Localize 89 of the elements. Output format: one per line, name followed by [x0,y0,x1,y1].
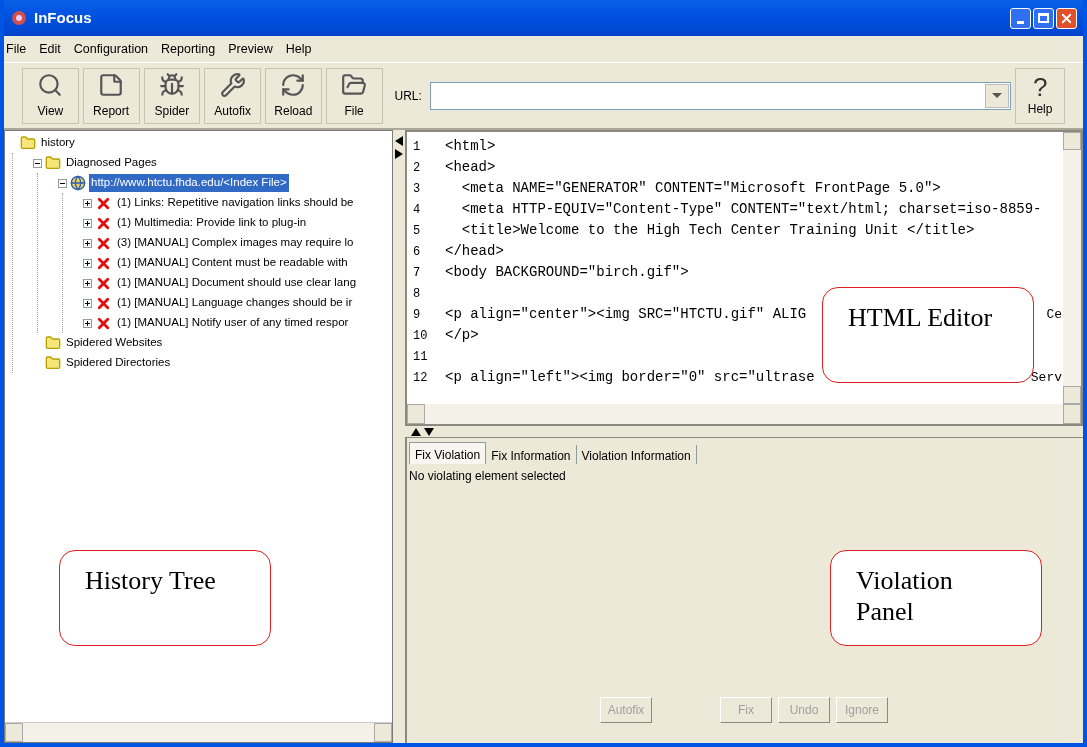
line-number: 1 [412,138,422,156]
menu-item[interactable]: File [6,39,27,59]
toolbar-button[interactable]: Report [82,67,140,124]
expand-toggle[interactable] [83,198,92,208]
line-number: 12 [412,369,429,387]
url-field[interactable] [429,81,1012,110]
expand-toggle[interactable] [83,218,92,228]
tree-item[interactable]: Spidered Directories [64,354,173,372]
toolbar-button[interactable]: View [22,67,79,124]
menu-item[interactable]: Configuration [73,39,149,59]
folder-icon [45,355,61,371]
collapse-toggle[interactable] [58,178,67,188]
folder-icon [341,71,368,98]
url-label: URL: [394,87,422,105]
toolbar-button[interactable]: Autofix [204,67,261,124]
menu-item[interactable]: Preview [228,39,273,59]
code-line: </p> [445,326,479,345]
tree-item[interactable]: (1) [MANUAL] Language changes should be ir [115,294,355,312]
tree-item[interactable]: (1) [MANUAL] Document should use clear lang [115,274,359,292]
folder-icon [20,135,36,151]
code-line: <p align="center"><img SRC="HTCTU.gif" ALIG [445,305,807,324]
line-number: 9 [412,306,422,324]
code-line: <p align="left"><img border="0" src="ultrase [445,368,815,387]
collapse-toggle[interactable] [33,158,42,168]
callout-box: Violation Panel [830,550,1042,646]
code-fragment: Ce [1046,305,1063,324]
tree-item[interactable]: (1) Links: Repetitive navigation links should be [115,194,356,212]
close-button[interactable] [1056,7,1077,29]
question-icon: ? [1032,73,1048,100]
globe-icon [70,175,86,191]
tab[interactable]: Fix Information [486,445,577,464]
window-title: InFocus [34,7,92,28]
horizontal-scrollbar[interactable] [407,404,1081,424]
caret-icon [992,93,1003,98]
tab[interactable]: Violation Information [576,445,697,464]
menu-item[interactable]: Help [285,39,312,59]
toolbar-button[interactable]: Reload [265,67,322,124]
folder-icon [45,335,61,351]
magnifier-icon [37,71,64,98]
expand-toggle[interactable] [83,278,92,288]
line-number: 11 [412,348,429,366]
wrench-icon [219,71,246,98]
expand-toggle[interactable] [83,258,92,268]
tree-item[interactable]: history [39,134,77,152]
app-icon [10,9,28,27]
code-line: <meta NAME="GENERATOR" CONTENT="Microsoft FrontPage 5.0"> [460,179,941,198]
vertical-scrollbar[interactable] [1063,132,1081,404]
dropdown-button[interactable] [985,83,1010,108]
code-line: <title>Welcome to the High Tech Center Training Unit </title> [460,221,975,240]
tab[interactable]: Fix Violation [409,442,487,464]
code-line: </head> [445,242,504,261]
line-number: 3 [412,180,422,198]
tree-item[interactable]: Spidered Websites [64,334,165,352]
toolbar-button[interactable]: File [325,67,383,124]
line-number: 6 [412,243,422,261]
line-number: 5 [412,222,422,240]
tree-item[interactable]: (1) [MANUAL] Notify user of any timed respor [115,314,351,332]
code-line: <meta HTTP-EQUIV="Content-Type" CONTENT="text/html; charset=iso-8859- [460,200,1042,219]
expand-toggle[interactable] [83,238,92,248]
spider-icon [158,71,185,98]
menu-item[interactable]: Reporting [161,39,216,59]
tree-item[interactable]: Diagnosed Pages [64,154,159,172]
paper-icon [98,71,125,98]
line-number: 8 [412,285,422,303]
status-message: No violating element selected [408,468,567,485]
tree-item[interactable]: (1) [MANUAL] Content must be readable with [115,254,350,272]
line-number: 2 [412,159,422,177]
tree-item[interactable]: (3) [MANUAL] Complex images may require lo [115,234,356,252]
line-number: 7 [412,264,422,282]
line-number: 10 [412,327,429,345]
help-button[interactable]: ? Help [1015,67,1065,124]
expand-toggle[interactable] [83,298,92,308]
callout-box: History Tree [59,550,271,646]
tree-item[interactable]: (1) Multimedia: Provide link to plug-in [115,214,309,232]
reload-icon [280,71,307,98]
splitter-arrows-icon[interactable] [395,136,403,160]
folder-icon [45,155,61,171]
code-line: <html> [445,137,496,156]
maximize-button[interactable] [1033,7,1054,29]
expand-toggle[interactable] [83,318,92,328]
toolbar-button[interactable]: Spider [143,67,201,124]
line-number: 4 [412,201,422,219]
menu-item[interactable]: Edit [39,39,61,59]
minimize-button[interactable] [1010,7,1031,29]
splitter-arrows-icon[interactable] [411,427,435,436]
horizontal-scrollbar[interactable] [5,722,392,742]
code-line: <head> [445,158,496,177]
code-line: <body BACKGROUND="birch.gif"> [445,263,689,282]
tree-item[interactable]: http://www.htctu.fhda.edu/<Index File> [89,174,289,192]
